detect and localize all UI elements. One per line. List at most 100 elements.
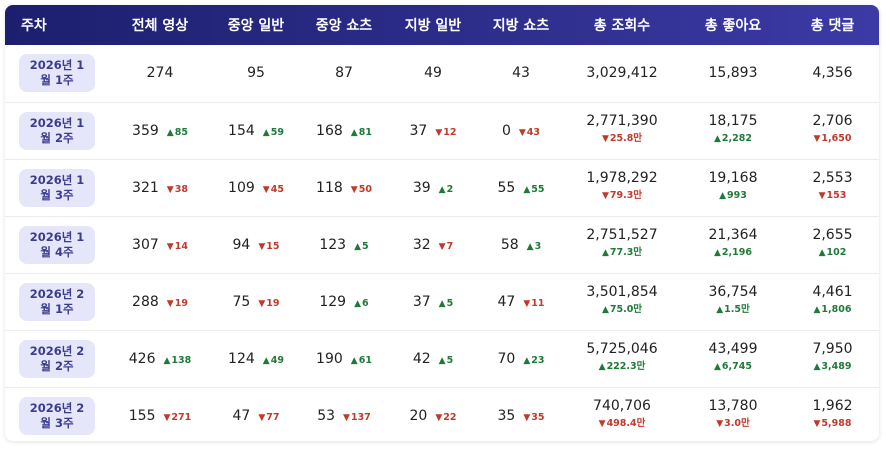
central-general-value: 75 [232,293,251,310]
header-total-views[interactable]: 총 조회수 [564,5,680,45]
week-badge[interactable]: 2026년 2월 3주 [19,396,95,435]
local-general-cell: 32 ▼7 [388,216,478,273]
delta-value: 77.3만 [609,247,643,258]
table-row: 2026년 1월 3주 321 ▼38 109 ▼45 118 ▼50 39 ▲2 55 ▲55 1,… [5,159,879,216]
delta-increase: ▲85 [167,127,188,138]
week-cell: 2026년 2월 1주 [5,273,108,330]
triangle-down-icon: ▼ [598,419,606,430]
total-comments-value: 2,706 [812,113,853,129]
total-views-cell: 3,501,854 ▲75.0만 [564,273,680,330]
delta-decrease: ▼15 [258,241,279,252]
central-shorts-cell: 87 [300,45,388,102]
delta-increase: ▲81 [351,127,372,138]
header-total-videos[interactable]: 전체 영상 [108,5,212,45]
total-likes-cell: 15,893 [680,45,786,102]
total-likes-value: 15,893 [708,64,758,81]
header-local-shorts[interactable]: 지방 쇼츠 [478,5,564,45]
header-total-likes[interactable]: 총 좋아요 [680,5,786,45]
table-row: 2026년 1월 4주 307 ▼14 94 ▼15 123 ▲5 32 ▼7 58 ▲3 2,751… [5,216,879,273]
triangle-down-icon: ▼ [350,184,358,195]
central-general-value: 154 [228,122,255,139]
header-week[interactable]: 주차 [5,5,108,45]
delta-increase: ▲5 [439,355,454,366]
local-general-value: 37 [409,122,428,139]
total-views-cell: 2,771,390 ▼25.8만 [564,102,680,159]
local-general-cell: 42 ▲5 [388,330,478,387]
triangle-up-icon: ▲ [163,355,171,366]
week-badge[interactable]: 2026년 2월 2주 [19,339,95,378]
total-views-value: 3,029,412 [586,64,658,81]
delta-value: 77 [266,411,280,423]
week-badge[interactable]: 2026년 2월 1주 [19,282,95,321]
total-views-cell: 740,706 ▼498.4만 [564,387,680,441]
local-shorts-value: 47 [497,293,516,310]
total-videos-value: 321 [132,179,159,196]
delta-value: 222.3만 [606,361,646,372]
local-shorts-value: 58 [500,236,519,253]
central-general-value: 124 [228,350,255,367]
total-comments-cell: 7,950 ▲3,489 [786,330,879,387]
central-shorts-value: 190 [316,350,343,367]
delta-increase: ▲5 [439,298,454,309]
delta-value: 6 [362,297,369,309]
week-badge[interactable]: 2026년 1월 4주 [19,225,95,264]
delta-value: 43 [526,126,541,138]
triangle-up-icon: ▲ [714,362,721,372]
total-views-value: 3,501,854 [586,284,658,300]
triangle-down-icon: ▼ [716,419,724,430]
delta-value: 11 [531,297,545,309]
triangle-down-icon: ▼ [523,412,531,423]
delta-value: 81 [358,126,372,138]
week-cell: 2026년 2월 3주 [5,387,108,441]
central-shorts-cell: 190 ▲61 [300,330,388,387]
delta-decrease: ▼22 [435,412,456,423]
delta-value: 102 [826,247,847,258]
central-general-cell: 154 ▲59 [212,102,300,159]
central-shorts-cell: 118 ▼50 [300,159,388,216]
central-general-cell: 95 [212,45,300,102]
week-badge[interactable]: 2026년 1월 2주 [19,111,95,150]
total-videos-value: 155 [128,407,156,424]
central-general-value: 109 [228,179,255,196]
delta-value: 22 [443,411,457,423]
central-shorts-value: 118 [316,179,343,196]
week-cell: 2026년 1월 3주 [5,159,108,216]
total-views-value: 2,751,527 [586,227,658,243]
local-shorts-cell: 55 ▲55 [478,159,564,216]
triangle-up-icon: ▲ [350,127,358,138]
total-videos-value: 426 [128,350,156,367]
delta-value: 1,650 [821,133,852,144]
local-general-cell: 20 ▼22 [388,387,478,441]
header-central-shorts[interactable]: 중앙 쇼츠 [300,5,388,45]
local-general-cell: 39 ▲2 [388,159,478,216]
header-total-comments[interactable]: 총 댓글 [786,5,879,45]
central-general-value: 94 [232,236,251,253]
delta-value: 35 [531,411,545,423]
delta-increase: ▲75.0만 [602,301,642,319]
delta-value: 38 [174,183,188,195]
delta-value: 23 [531,354,545,366]
triangle-up-icon: ▲ [262,355,270,366]
header-local-general[interactable]: 지방 일반 [388,5,478,45]
local-shorts-cell: 0 ▼43 [478,102,564,159]
delta-value: 85 [174,126,188,138]
triangle-up-icon: ▲ [350,355,358,366]
local-shorts-value: 70 [497,350,516,367]
header-central-general[interactable]: 중앙 일반 [212,5,300,45]
delta-increase: ▲3 [527,241,542,252]
total-videos-cell: 274 [108,45,212,102]
local-shorts-cell: 70 ▲23 [478,330,564,387]
total-comments-value: 2,553 [812,170,853,186]
total-views-value: 740,706 [593,398,651,415]
week-badge[interactable]: 2026년 1월 3주 [19,168,95,207]
delta-increase: ▲2,196 [714,244,752,262]
total-comments-cell: 2,553 ▼153 [786,159,879,216]
delta-increase: ▲5 [354,241,369,252]
delta-decrease: ▼3.0만 [716,415,750,433]
delta-increase: ▲55 [523,184,544,195]
week-badge[interactable]: 2026년 1월 1주 [19,54,95,93]
total-likes-value: 36,754 [708,284,758,300]
triangle-down-icon: ▼ [438,241,446,252]
triangle-up-icon: ▲ [813,362,821,372]
triangle-up-icon: ▲ [166,127,174,138]
